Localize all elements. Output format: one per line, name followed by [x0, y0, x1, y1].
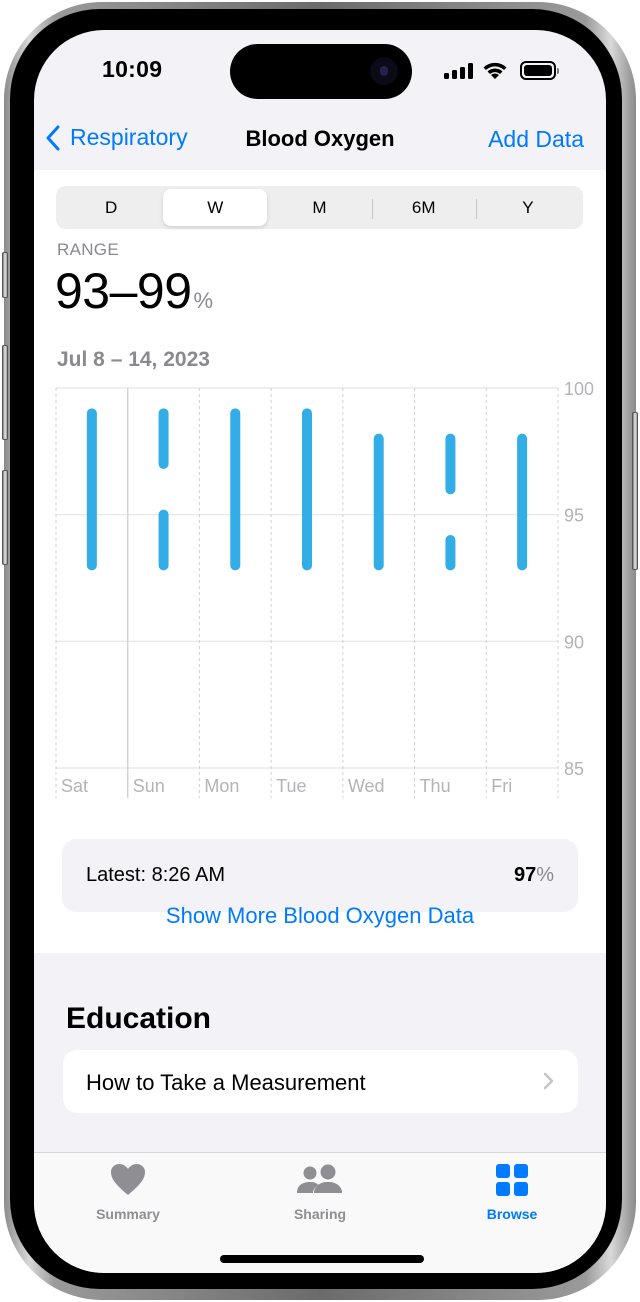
blood-oxygen-chart[interactable]: 100 95 90 85 Sat Sun Mon Tue Wed Thu Fri: [34, 370, 606, 810]
tab-browse[interactable]: Browse: [452, 1163, 572, 1222]
time-range-selector: D W M 6M Y: [56, 186, 583, 229]
tab-browse-label: Browse: [486, 1206, 538, 1222]
chevron-left-icon: [46, 125, 60, 150]
range-number: 93–99: [55, 263, 192, 319]
x-tick-label: Fri: [491, 776, 512, 796]
camera-icon: [370, 57, 398, 85]
back-button[interactable]: Respiratory: [46, 124, 188, 151]
screen: 10:09 Respiratory Blood Oxygen Add Data …: [34, 30, 606, 1273]
segment-label: 6M: [411, 197, 436, 217]
volume-down-button: [2, 470, 8, 565]
chart-svg: 100 95 90 85 Sat Sun Mon Tue Wed Thu Fri: [55, 379, 594, 798]
latest-reading-card[interactable]: Latest: 8:26 AM 97%: [62, 839, 578, 912]
education-item[interactable]: How to Take a Measurement: [63, 1050, 578, 1113]
segment-6m[interactable]: 6M: [371, 189, 476, 226]
chevron-right-icon: [543, 1072, 554, 1090]
grid-icon: [496, 1164, 528, 1196]
segment-label: M: [312, 197, 327, 217]
power-button: [632, 412, 638, 570]
navigation-bar: Respiratory Blood Oxygen Add Data: [34, 110, 606, 170]
range-bar-sun: [158, 408, 169, 469]
segment-label: W: [207, 197, 224, 217]
home-indicator: [220, 1255, 424, 1263]
segment-divider: [371, 199, 373, 219]
education-heading: Education: [66, 1002, 212, 1035]
dynamic-island: [230, 44, 412, 99]
status-time: 10:09: [102, 56, 163, 82]
tab-sharing-label: Sharing: [293, 1206, 347, 1222]
people-icon: [297, 1164, 342, 1193]
range-bar-tue: [302, 408, 312, 571]
range-bar-mon: [230, 408, 241, 571]
segment-label: Y: [522, 197, 534, 217]
x-tick-label: Sun: [133, 776, 165, 796]
segment-y[interactable]: Y: [475, 189, 580, 226]
y-tick-label: 90: [564, 632, 584, 652]
range-label: RANGE: [57, 240, 119, 259]
show-more-data-link[interactable]: Show More Blood Oxygen Data: [34, 903, 606, 929]
wifi-icon: [483, 62, 507, 79]
latest-value: 97%: [514, 864, 554, 887]
range-bar-thu: [445, 535, 456, 571]
latest-label: Latest: 8:26 AM: [86, 864, 225, 886]
y-tick-label: 85: [564, 759, 584, 779]
tab-summary[interactable]: Summary: [68, 1163, 188, 1222]
segment-d[interactable]: D: [59, 189, 163, 226]
x-tick-label: Sat: [61, 776, 88, 796]
segment-divider: [475, 199, 477, 219]
latest-unit: %: [536, 864, 554, 886]
range-bar-sat: [86, 408, 97, 571]
range-bar-thu: [445, 433, 456, 495]
cellular-signal-icon: [444, 63, 474, 79]
range-bar-fri: [517, 433, 528, 571]
x-tick-label: Thu: [420, 776, 451, 796]
y-tick-label: 100: [564, 379, 594, 399]
heart-icon: [111, 1164, 145, 1195]
action-button: [2, 252, 8, 298]
education-item-label: How to Take a Measurement: [86, 1070, 366, 1095]
x-tick-label: Wed: [348, 776, 385, 796]
tab-summary-label: Summary: [96, 1206, 160, 1222]
segment-label: D: [104, 197, 118, 217]
range-unit: %: [193, 288, 214, 313]
tab-sharing[interactable]: Sharing: [260, 1163, 380, 1222]
x-tick-label: Tue: [276, 776, 306, 796]
segment-w[interactable]: W: [163, 189, 268, 226]
status-bar: 10:09: [34, 30, 606, 110]
date-range: Jul 8 – 14, 2023: [57, 348, 210, 371]
range-value: 93–99%: [55, 262, 213, 320]
range-bar-sun: [158, 509, 169, 571]
latest-number: 97: [513, 864, 537, 886]
chart-card: D W M 6M Y RANGE 93–99% Jul 8 – 14, 2023 100…: [34, 170, 606, 953]
battery-icon: [520, 61, 559, 80]
segment-m[interactable]: M: [267, 189, 371, 226]
range-bar-wed: [373, 433, 384, 571]
add-data-button[interactable]: Add Data: [488, 126, 584, 153]
back-label: Respiratory: [70, 124, 188, 150]
tab-bar: Summary Sharing Browse: [34, 1152, 606, 1273]
x-tick-label: Mon: [204, 776, 239, 796]
y-tick-label: 95: [564, 506, 584, 526]
volume-up-button: [2, 345, 8, 440]
